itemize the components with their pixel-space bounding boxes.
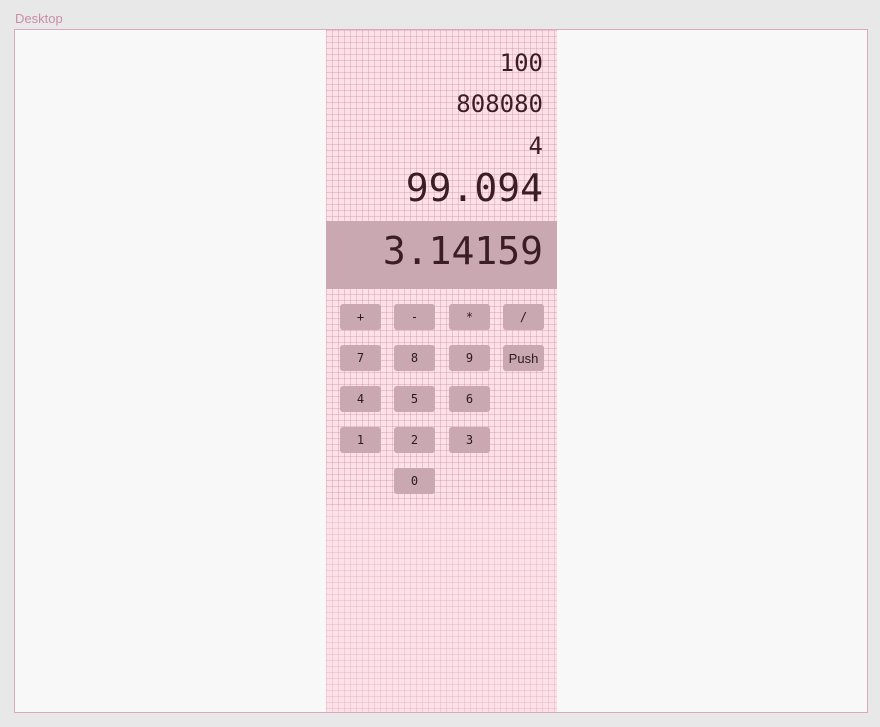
digit-9-button[interactable]: 9 <box>449 345 490 371</box>
digit-5-button[interactable]: 5 <box>394 386 435 412</box>
multiply-button[interactable]: * <box>449 304 490 330</box>
push-button[interactable]: Push <box>503 345 544 371</box>
digit-0-button[interactable]: 0 <box>394 468 435 494</box>
digit-8-button[interactable]: 8 <box>394 345 435 371</box>
calculator-column: 100 808080 4 99.094 3.14159 + - * / 7 8 … <box>326 30 557 712</box>
digit-1-button[interactable]: 1 <box>340 427 381 453</box>
digit-2-button[interactable]: 2 <box>394 427 435 453</box>
stack-entry-4: 99.094 <box>405 166 543 210</box>
divide-button[interactable]: / <box>503 304 544 330</box>
stack-entry-3: 4 <box>528 132 543 160</box>
current-value: 3.14159 <box>382 229 543 273</box>
current-value-display: 3.14159 <box>326 221 557 289</box>
digit-3-button[interactable]: 3 <box>449 427 490 453</box>
desktop-frame: 100 808080 4 99.094 3.14159 + - * / 7 8 … <box>14 29 868 713</box>
digit-6-button[interactable]: 6 <box>449 386 490 412</box>
column-lower-area <box>326 506 557 712</box>
minus-button[interactable]: - <box>394 304 435 330</box>
stack-entry-1: 100 <box>499 49 543 77</box>
frame-label: Desktop <box>15 11 63 26</box>
digit-7-button[interactable]: 7 <box>340 345 381 371</box>
stack-entry-2: 808080 <box>456 90 543 118</box>
plus-button[interactable]: + <box>340 304 381 330</box>
digit-4-button[interactable]: 4 <box>340 386 381 412</box>
